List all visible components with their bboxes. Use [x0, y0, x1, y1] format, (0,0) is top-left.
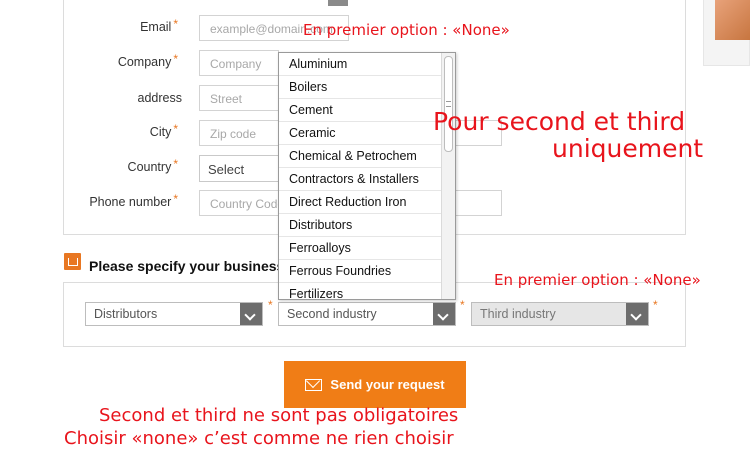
phone-label: Phone number * — [89, 192, 178, 209]
dropdown-option[interactable]: Ferroalloys — [279, 237, 442, 260]
first-industry-select[interactable]: Distributors — [85, 302, 263, 326]
dropdown-option[interactable]: Cement — [279, 99, 442, 122]
company-label: Company * — [117, 52, 178, 69]
dropdown-option[interactable]: Chemical & Petrochem — [279, 145, 442, 168]
section-icon — [64, 253, 81, 270]
dropdown-option[interactable]: Ferrous Foundries — [279, 260, 442, 283]
street-field[interactable]: Street — [199, 85, 279, 111]
zip-code-field[interactable]: Zip code — [199, 120, 279, 146]
annotation-first-option: En premier option : «None» — [303, 21, 510, 39]
dropdown-option[interactable]: Aluminium — [279, 53, 442, 76]
annotation-second-third-1: Pour second et third — [433, 107, 686, 136]
dropdown-option[interactable]: Contractors & Installers — [279, 168, 442, 191]
annotation-optional: Second et third ne sont pas obligatoires — [99, 405, 459, 426]
dropdown-option[interactable]: Direct Reduction Iron — [279, 191, 442, 214]
mail-icon — [305, 378, 323, 391]
required-star: * — [460, 298, 465, 312]
scrollbar-thumb[interactable] — [444, 56, 453, 152]
dropdown-scrollbar[interactable] — [441, 53, 455, 299]
required-star: * — [268, 298, 273, 312]
email-label: Email * — [140, 17, 178, 34]
annotation-second-third-2: uniquement — [552, 134, 704, 163]
chevron-down-icon — [626, 303, 648, 325]
dropdown-option[interactable]: Distributors — [279, 214, 442, 237]
required-star: * — [653, 298, 658, 312]
send-request-button[interactable]: Send your request — [284, 361, 466, 408]
chevron-down-icon — [433, 303, 455, 325]
second-industry-select[interactable]: Second industry — [278, 302, 456, 326]
third-industry-select[interactable]: Third industry — [471, 302, 649, 326]
annotation-none: Choisir «none» c’est comme ne rien chois… — [64, 428, 454, 449]
chevron-down-icon — [240, 303, 262, 325]
city-label: City * — [149, 122, 178, 139]
dropdown-option[interactable]: Ceramic — [279, 122, 442, 145]
dropdown-option[interactable]: Fertilizers — [279, 283, 442, 299]
product-photo — [703, 0, 750, 66]
country-label: Country * — [127, 157, 178, 174]
top-select-arrow[interactable] — [328, 0, 348, 6]
industry-dropdown-list[interactable]: Aluminium Boilers Cement Ceramic Chemica… — [278, 52, 456, 300]
dropdown-option[interactable]: Boilers — [279, 76, 442, 99]
photo-image — [715, 0, 750, 40]
section-title: Please specify your business — [89, 258, 279, 274]
annotation-first-option-2: En premier option : «None» — [494, 271, 701, 289]
company-field[interactable]: Company — [199, 50, 279, 76]
country-select[interactable]: Select — [199, 155, 289, 182]
send-request-label: Send your request — [330, 377, 445, 392]
address-label: address — [137, 91, 182, 105]
